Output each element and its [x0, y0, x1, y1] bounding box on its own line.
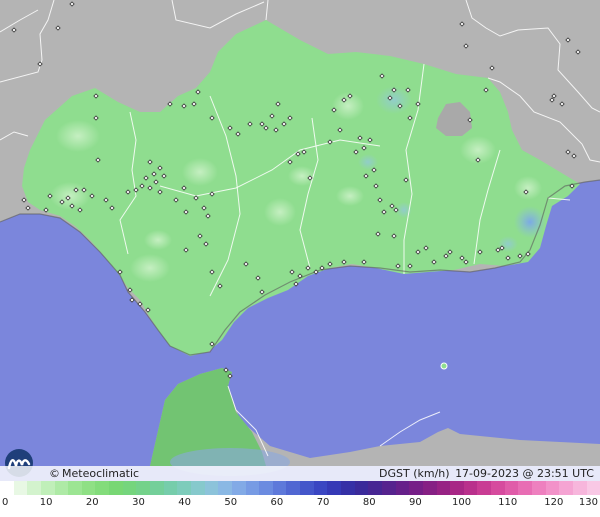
color-swatch — [477, 481, 492, 495]
color-swatch — [95, 481, 110, 495]
color-swatch — [422, 481, 437, 495]
map-metadata: DGST (km/h) 17-09-2023 @ 23:51 UTC — [377, 466, 594, 481]
color-swatch — [122, 481, 137, 495]
islet — [440, 362, 448, 370]
color-swatch — [354, 481, 369, 495]
copyright-symbol: © — [49, 467, 60, 480]
color-swatch — [40, 481, 55, 495]
scale-tick-label: 100 — [451, 497, 472, 508]
scale-ticks: 0 10 20 30 40 50 60 70 80 90 100 110 120 130 — [0, 496, 600, 512]
scale-tick-label: 40 — [178, 497, 191, 508]
color-swatch — [300, 481, 314, 495]
color-swatch — [27, 481, 41, 495]
color-swatch — [518, 481, 532, 495]
color-swatch — [163, 481, 178, 495]
scale-tick-label: 120 — [544, 497, 564, 508]
color-swatch — [177, 481, 191, 495]
color-swatch — [436, 481, 451, 495]
color-swatch — [327, 481, 342, 495]
scale-tick-label: 10 — [39, 497, 53, 508]
color-swatch — [218, 481, 232, 495]
brand-name: Meteoclimatic — [62, 467, 140, 480]
color-ramp — [0, 481, 600, 495]
color-swatch — [450, 481, 464, 495]
scale-tick-label: 50 — [224, 497, 238, 508]
color-swatch — [13, 481, 28, 495]
color-swatch — [54, 481, 69, 495]
scale-tick-label: 80 — [362, 497, 376, 508]
color-swatch — [504, 481, 519, 495]
color-swatch — [559, 481, 573, 495]
color-swatch — [259, 481, 273, 495]
variable-label: DGST (km/h) — [379, 467, 450, 480]
color-swatch — [272, 481, 287, 495]
wind-gust-map — [0, 0, 600, 517]
color-swatch — [136, 481, 151, 495]
color-swatch — [572, 481, 587, 495]
info-bar: © Meteoclimatic DGST (km/h) 17-09-2023 @ … — [0, 466, 600, 481]
color-swatch — [81, 481, 96, 495]
color-swatch — [368, 481, 382, 495]
scale-tick-label: 20 — [85, 497, 99, 508]
scale-tick-label: 70 — [316, 497, 330, 508]
scale-tick-label: 90 — [409, 497, 422, 508]
color-swatch — [531, 481, 546, 495]
color-swatch — [491, 481, 505, 495]
color-swatch — [395, 481, 410, 495]
color-swatch — [545, 481, 560, 495]
timestamp: 17-09-2023 @ 23:51 UTC — [455, 467, 594, 480]
color-swatch — [204, 481, 219, 495]
scale-tick-label: 0 — [2, 497, 9, 508]
color-swatch — [286, 481, 301, 495]
color-swatch — [190, 481, 205, 495]
color-swatch — [341, 481, 355, 495]
color-swatch — [231, 481, 246, 495]
scale-tick-label: 30 — [132, 497, 145, 508]
color-swatch — [463, 481, 478, 495]
color-swatch — [313, 481, 328, 495]
scale-tick-label: 60 — [270, 497, 284, 508]
branding: © Meteoclimatic — [49, 466, 139, 481]
color-swatch — [0, 481, 14, 495]
color-swatch — [68, 481, 82, 495]
color-swatch — [409, 481, 423, 495]
color-swatch — [150, 481, 164, 495]
color-scale: 0 10 20 30 40 50 60 70 80 90 100 110 120 130 — [0, 481, 600, 517]
scale-tick-label: 130 — [578, 497, 598, 508]
color-swatch — [245, 481, 260, 495]
scale-tick-label: 110 — [498, 497, 518, 508]
color-swatch — [381, 481, 396, 495]
color-swatch — [109, 481, 123, 495]
color-swatch — [586, 481, 600, 495]
